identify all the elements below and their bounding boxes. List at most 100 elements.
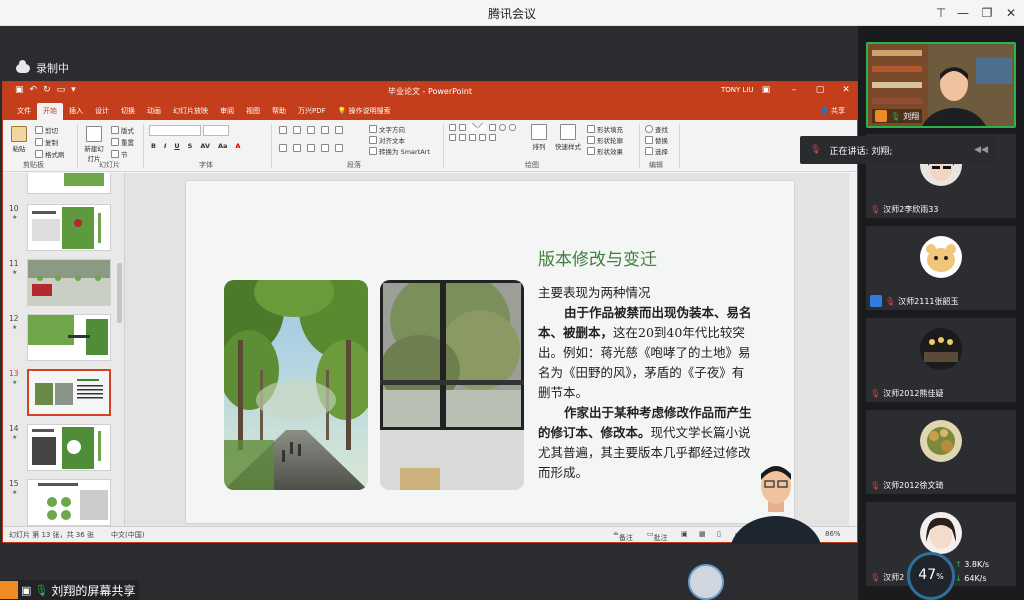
slide-scrollbar[interactable] <box>849 173 857 527</box>
indent-decrease-icon[interactable] <box>307 126 315 134</box>
replace-button[interactable]: 替换 <box>645 135 668 145</box>
restore-button[interactable]: ❐ <box>976 3 998 23</box>
bullets-icon[interactable] <box>279 126 287 134</box>
window-photo[interactable] <box>380 280 524 490</box>
select-button[interactable]: 选择 <box>645 146 668 156</box>
tab-transitions[interactable]: 切换 <box>115 106 141 120</box>
ppt-title-bar: ▣ ↶ ↻ ▭ ▾ 毕业论文 - PowerPoint TONY LIU ▣ –… <box>3 82 857 102</box>
zoom-level[interactable]: 86% <box>825 530 841 538</box>
network-speed-widget[interactable]: 47% <box>907 552 955 600</box>
participant-tile-host[interactable]: 🎙 刘翔 <box>866 42 1016 128</box>
tab-wondershare-pdf[interactable]: 万兴PDF <box>292 106 332 120</box>
slide-thumbnail[interactable] <box>27 424 111 471</box>
slide-title[interactable]: 版本修改与变迁 <box>538 245 657 270</box>
tab-slideshow[interactable]: 幻灯片放映 <box>167 106 214 120</box>
close-button[interactable]: ✕ <box>1000 3 1022 23</box>
ppt-close-icon[interactable]: ✕ <box>839 85 853 95</box>
strikethrough-icon[interactable]: S <box>188 142 193 150</box>
ppt-minimize-icon[interactable]: – <box>787 85 801 95</box>
language-status[interactable]: 中文(中国) <box>111 530 144 540</box>
underline-icon[interactable]: U <box>174 142 179 150</box>
change-case-icon[interactable]: Aa <box>218 142 227 150</box>
columns-icon[interactable] <box>335 144 343 152</box>
tab-help[interactable]: 帮助 <box>266 106 292 120</box>
text-direction-button[interactable]: 文字方向 <box>369 124 405 134</box>
paste-button[interactable]: 粘贴 <box>11 126 27 153</box>
smartart-button[interactable]: 转换为 SmartArt <box>369 146 430 156</box>
slide-thumbnail[interactable] <box>27 479 111 526</box>
pin-button[interactable]: ⊤ <box>930 3 952 23</box>
numbering-icon[interactable] <box>293 126 301 134</box>
participant-tile[interactable]: 🎙 汉师2111张韶玉 <box>866 226 1016 310</box>
scissors-icon <box>35 126 43 134</box>
participants-panel: 🎙 刘翔 🎙 汉师2李欣雨33 🎙 汉师2111张韶玉 🎙 汉师2012熊佳疑 🎙 汉师… <box>858 26 1024 600</box>
slide-thumbnail-selected[interactable] <box>27 369 111 416</box>
justify-icon[interactable] <box>321 144 329 152</box>
ppt-user-name[interactable]: TONY LIU <box>721 86 754 94</box>
quick-styles-button[interactable]: 快速样式 <box>555 124 581 151</box>
ppt-share-button[interactable]: 👤 共享 <box>820 106 845 116</box>
arrange-button[interactable]: 排列 <box>531 124 547 151</box>
tell-me-search[interactable]: 💡 操作说明搜索 <box>332 106 397 120</box>
slide-thumbnail[interactable] <box>27 173 111 194</box>
reset-button[interactable]: 重置 <box>111 137 134 147</box>
reading-view-icon[interactable]: ▯ <box>717 530 721 538</box>
presenter-video-overlay[interactable] <box>730 458 822 588</box>
slide-number: 14 <box>9 424 19 433</box>
line-spacing-icon[interactable] <box>335 126 343 134</box>
participant-name: 汉师2012熊佳疑 <box>883 389 944 398</box>
slide-thumbnail[interactable] <box>27 204 111 251</box>
collapse-arrows-icon[interactable]: ◀◀ <box>974 145 988 155</box>
align-left-icon[interactable] <box>279 144 287 152</box>
screen-share-tag[interactable]: ▣ 🎙 刘翔的屏幕共享 <box>0 580 140 600</box>
slide-body-text[interactable]: 主要表现为两种情况 由于作品被禁而出现伪装本、易名本、被删本，这在20到40年代… <box>538 283 754 483</box>
shape-effects-button[interactable]: 形状效果 <box>587 146 623 156</box>
char-spacing-icon[interactable]: AV <box>200 142 210 150</box>
layout-button[interactable]: 版式 <box>111 125 134 135</box>
minimize-button[interactable]: — <box>952 3 974 23</box>
participant-tile[interactable]: 🎙 汉师2012徐文琦 <box>866 410 1016 494</box>
shape-outline-button[interactable]: 形状轮廓 <box>587 135 623 145</box>
slide-number-current: 13 <box>9 369 19 378</box>
new-slide-button[interactable]: 新建幻灯片 <box>83 126 105 163</box>
tab-insert[interactable]: 插入 <box>63 106 89 120</box>
copy-button[interactable]: 复制 <box>35 137 58 147</box>
current-slide[interactable]: 版本修改与变迁 主要表现为两种情况 由于作品被禁而出现伪装本、易名本、被删本，这… <box>186 181 794 523</box>
section-button[interactable]: 节 <box>111 149 128 159</box>
ribbon-options-icon[interactable]: ▣ <box>759 85 773 95</box>
comments-button[interactable]: ▭ 批注 <box>647 530 668 542</box>
floating-avatar[interactable] <box>688 564 724 600</box>
tab-file[interactable]: 文件 <box>11 106 37 120</box>
ppt-share-label: 共享 <box>831 107 845 115</box>
tab-animations[interactable]: 动画 <box>141 106 167 120</box>
tab-design[interactable]: 设计 <box>89 106 115 120</box>
italic-icon[interactable]: I <box>164 142 166 150</box>
find-button[interactable]: 查找 <box>645 124 668 134</box>
slide-thumbnail[interactable] <box>27 314 111 361</box>
shapes-gallery[interactable] <box>449 122 521 141</box>
cut-button[interactable]: 剪切 <box>35 125 58 135</box>
indent-increase-icon[interactable] <box>321 126 329 134</box>
font-name-combobox[interactable] <box>149 125 201 136</box>
participant-tile[interactable]: 🎙 汉师2012熊佳疑 <box>866 318 1016 402</box>
tab-view[interactable]: 视图 <box>240 106 266 120</box>
thumbnail-scrollbar[interactable] <box>117 263 122 323</box>
slide-thumbnail[interactable] <box>27 259 111 306</box>
ppt-restore-icon[interactable]: ▢ <box>813 85 827 95</box>
slide-sorter-icon[interactable]: ▦ <box>699 530 706 538</box>
tab-home[interactable]: 开始 <box>37 103 63 120</box>
tree-avenue-photo[interactable] <box>224 280 368 490</box>
font-color-icon[interactable]: A <box>235 142 240 150</box>
font-size-combobox[interactable] <box>203 125 229 136</box>
align-center-icon[interactable] <box>293 144 301 152</box>
shape-fill-label: 形状填充 <box>597 126 623 134</box>
shape-fill-button[interactable]: 形状填充 <box>587 124 623 134</box>
bold-icon[interactable]: B <box>151 142 156 150</box>
recording-indicator[interactable]: 录制中 <box>16 59 69 76</box>
tab-review[interactable]: 审阅 <box>214 106 240 120</box>
normal-view-icon[interactable]: ▣ <box>681 530 688 538</box>
notes-button[interactable]: ≐ 备注 <box>613 530 633 542</box>
align-right-icon[interactable] <box>307 144 315 152</box>
align-text-button[interactable]: 对齐文本 <box>369 135 405 145</box>
format-painter-button[interactable]: 格式刷 <box>35 149 65 159</box>
